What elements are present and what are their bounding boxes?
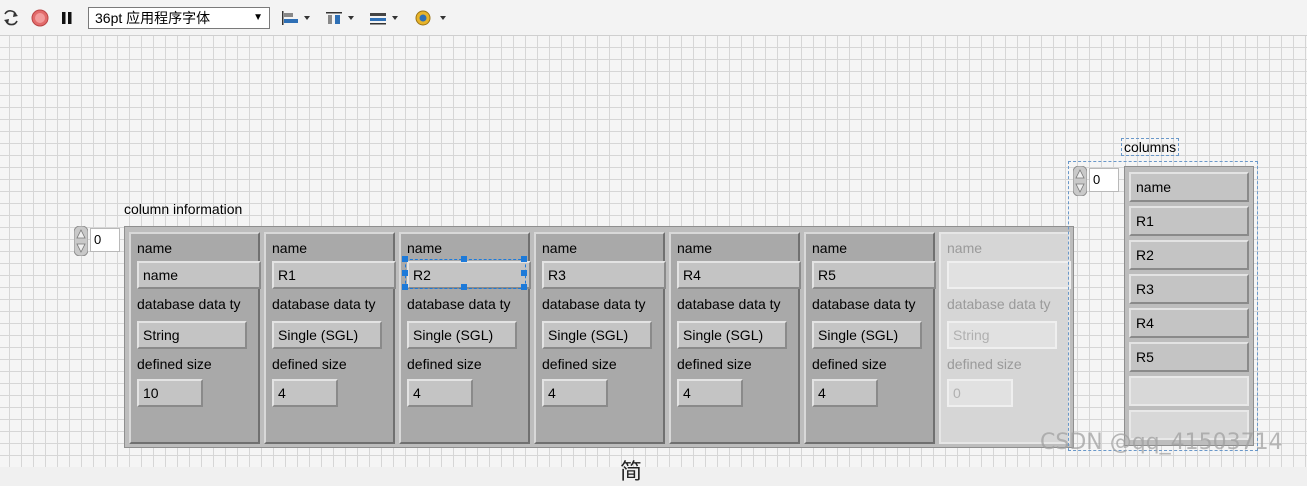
defined-size-label: defined size — [947, 356, 1022, 372]
data-type-label: database data ty — [272, 296, 376, 312]
data-type-label: database data ty — [812, 296, 916, 312]
toolbar: 36pt 应用程序字体 ▼ — [0, 0, 1307, 36]
defined-size-label: defined size — [272, 356, 347, 372]
name-label: name — [812, 240, 848, 256]
resize-objects-icon[interactable] — [368, 9, 400, 27]
selection-handle[interactable] — [402, 256, 408, 262]
defined-size-label: defined size — [407, 356, 482, 372]
data-type-field[interactable]: Single (SGL) — [542, 321, 652, 349]
column-information-index[interactable]: 0 — [74, 226, 122, 256]
font-size-select[interactable]: 36pt 应用程序字体 ▼ — [88, 7, 270, 29]
name-label: name — [137, 240, 173, 256]
partial-text: 简 — [620, 459, 643, 484]
columns-item[interactable]: R2 — [1129, 240, 1249, 270]
defined-size-field[interactable]: 4 — [677, 379, 743, 407]
name-field[interactable]: name — [137, 261, 261, 289]
defined-size-label: defined size — [137, 356, 212, 372]
column-cluster: name R3 database data ty Single (SGL) define… — [534, 232, 666, 444]
name-field[interactable]: R4 — [677, 261, 801, 289]
abort-icon[interactable] — [31, 9, 49, 27]
defined-size-field[interactable]: 10 — [137, 379, 203, 407]
name-field[interactable]: R3 — [542, 261, 666, 289]
columns-item[interactable]: R5 — [1129, 342, 1249, 372]
data-type-field[interactable]: Single (SGL) — [677, 321, 787, 349]
defined-size-label: defined size — [812, 356, 887, 372]
selection-handle[interactable] — [461, 284, 467, 290]
name-label: name — [542, 240, 578, 256]
align-objects-icon[interactable] — [280, 9, 312, 27]
data-type-label: database data ty — [947, 296, 1051, 312]
column-information-label: column information — [124, 201, 243, 217]
defined-size-field[interactable]: 4 — [407, 379, 473, 407]
index-value[interactable]: 0 — [1089, 168, 1119, 192]
defined-size-field[interactable]: 4 — [812, 379, 878, 407]
selection-handle[interactable] — [402, 270, 408, 276]
selection-handle[interactable] — [402, 284, 408, 290]
selection-handle[interactable] — [521, 256, 527, 262]
chevron-down-icon: ▼ — [253, 12, 263, 23]
data-type-label: database data ty — [407, 296, 511, 312]
defined-size-label: defined size — [542, 356, 617, 372]
data-type-field[interactable]: String — [947, 321, 1057, 349]
defined-size-field[interactable]: 4 — [272, 379, 338, 407]
columns-item[interactable]: name — [1129, 172, 1249, 202]
font-select-value: 36pt 应用程序字体 — [95, 10, 211, 26]
column-cluster: name R4 database data ty Single (SGL) define… — [669, 232, 801, 444]
index-spinner-icon[interactable] — [74, 226, 88, 256]
name-label: name — [947, 240, 983, 256]
name-label: name — [677, 240, 713, 256]
run-continuous-icon[interactable] — [2, 9, 20, 27]
data-type-field[interactable]: String — [137, 321, 247, 349]
selection-handle[interactable] — [521, 284, 527, 290]
data-type-label: database data ty — [677, 296, 781, 312]
distribute-objects-icon[interactable] — [324, 9, 356, 27]
data-type-field[interactable]: Single (SGL) — [812, 321, 922, 349]
columns-item[interactable]: R1 — [1129, 206, 1249, 236]
column-cluster: name R1 database data ty Single (SGL) define… — [264, 232, 396, 444]
index-spinner-icon[interactable] — [1073, 166, 1087, 196]
columns-label: columns — [1121, 138, 1180, 156]
defined-size-field[interactable]: 0 — [947, 379, 1013, 407]
data-type-field[interactable]: Single (SGL) — [272, 321, 382, 349]
selection-handle[interactable] — [461, 256, 467, 262]
name-field[interactable]: R5 — [812, 261, 936, 289]
column-information-array: name name database data ty String defined si… — [124, 226, 1074, 448]
pause-icon[interactable] — [60, 9, 74, 27]
columns-item[interactable] — [1129, 376, 1249, 406]
columns-item[interactable]: R3 — [1129, 274, 1249, 304]
defined-size-label: defined size — [677, 356, 752, 372]
columns-item[interactable]: R4 — [1129, 308, 1249, 338]
watermark: CSDN @qq_41503714 — [1040, 430, 1283, 455]
columns-index[interactable]: 0 — [1073, 166, 1121, 196]
name-label: name — [407, 240, 443, 256]
column-cluster: name database data ty String defined size 0 — [939, 232, 1071, 444]
column-cluster: name name database data ty String defined si… — [129, 232, 261, 444]
name-field[interactable]: R1 — [272, 261, 396, 289]
column-cluster: name R5 database data ty Single (SGL) define… — [804, 232, 936, 444]
data-type-label: database data ty — [542, 296, 646, 312]
defined-size-field[interactable]: 4 — [542, 379, 608, 407]
selection-handle[interactable] — [521, 270, 527, 276]
reorder-icon[interactable] — [414, 9, 448, 27]
data-type-field[interactable]: Single (SGL) — [407, 321, 517, 349]
columns-array: name R1 R2 R3 R4 R5 — [1124, 166, 1254, 446]
index-value[interactable]: 0 — [90, 228, 120, 252]
data-type-label: database data ty — [137, 296, 241, 312]
name-label: name — [272, 240, 308, 256]
name-field[interactable] — [947, 261, 1071, 289]
